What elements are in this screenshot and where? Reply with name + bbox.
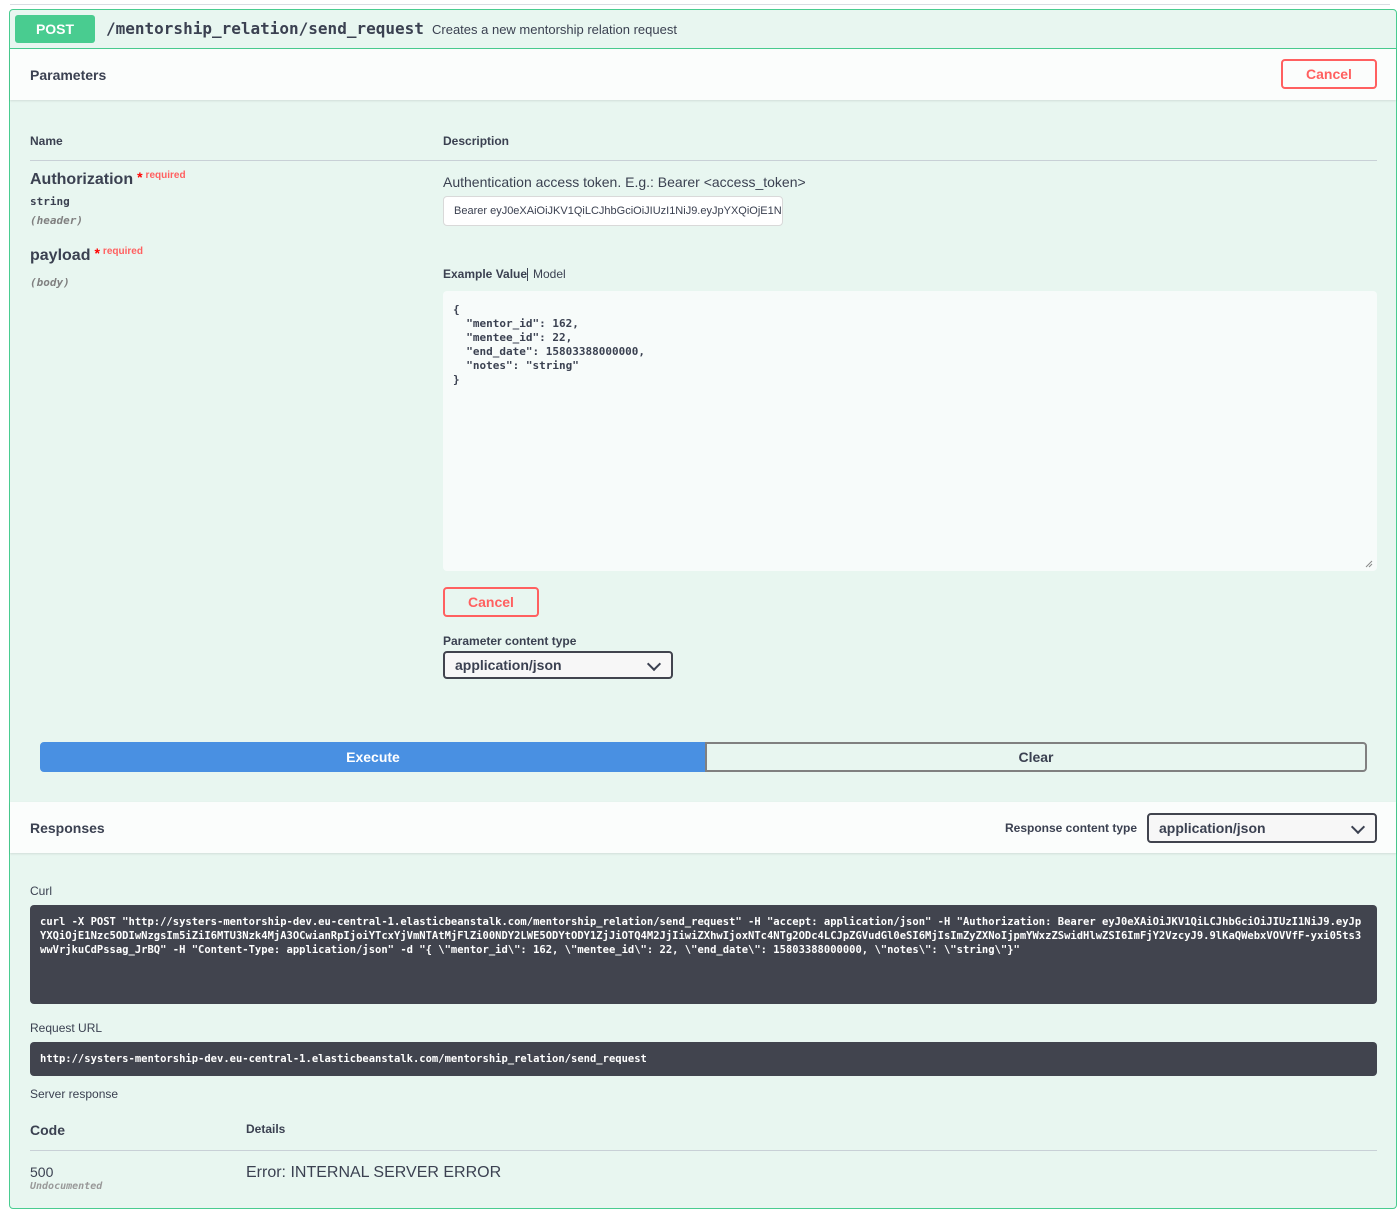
- parameters-title: Parameters: [30, 67, 107, 83]
- payload-body-text: { "mentor_id": 162, "mentee_id": 22, "en…: [453, 303, 646, 386]
- chevron-down-icon: [1350, 819, 1366, 835]
- response-code-undocumented: Undocumented: [30, 1181, 103, 1192]
- request-url-block[interactable]: http://systers-mentorship-dev.eu-central…: [30, 1042, 1377, 1076]
- param-authorization-description: Authentication access token. E.g.: Beare…: [443, 174, 806, 190]
- parameter-content-type-label: Parameter content type: [443, 634, 577, 648]
- response-details-text: Error: INTERNAL SERVER ERROR: [246, 1164, 502, 1181]
- authorization-input[interactable]: Bearer eyJ0eXAiOiJKV1QiLCJhbGciOiJIUzI1N…: [443, 196, 783, 226]
- column-description-header: Description: [443, 134, 510, 148]
- param-payload-name: payload * required: [30, 245, 143, 265]
- responses-header: Responses Response content type applicat…: [10, 802, 1396, 853]
- param-authorization-name: Authorization * required: [30, 169, 186, 189]
- payload-body-textarea[interactable]: { "mentor_id": 162, "mentee_id": 22, "en…: [443, 291, 1377, 571]
- column-name-header: Name: [30, 134, 63, 148]
- operation-summary[interactable]: POST /mentorship_relation/send_request C…: [10, 10, 1396, 49]
- response-content-type-select[interactable]: application/json: [1147, 813, 1377, 843]
- parameter-content-type-select[interactable]: application/json: [443, 651, 673, 679]
- execute-button[interactable]: Execute: [40, 742, 706, 772]
- body-cancel-button[interactable]: Cancel: [443, 587, 539, 617]
- operation-block: POST /mentorship_relation/send_request C…: [9, 9, 1397, 1209]
- param-authorization-label: Authorization: [30, 171, 134, 188]
- operation-path: /mentorship_relation/send_request: [106, 19, 424, 38]
- param-payload-in: (body): [30, 276, 70, 289]
- response-content-type-label: Response content type: [1005, 821, 1138, 835]
- responses-title: Responses: [30, 820, 105, 836]
- request-url-label: Request URL: [30, 1021, 103, 1035]
- tab-separator: [527, 268, 528, 281]
- resize-grip-icon[interactable]: [1365, 560, 1373, 568]
- curl-code-block[interactable]: curl -X POST "http://systers-mentorship-…: [30, 905, 1377, 1004]
- parameters-header: Parameters Cancel: [10, 49, 1396, 100]
- responses-table-divider: [30, 1150, 1377, 1151]
- clear-button[interactable]: Clear: [705, 742, 1367, 772]
- response-code: 500: [30, 1164, 54, 1180]
- server-response-label: Server response: [30, 1087, 119, 1101]
- top-divider: [10, 4, 1390, 5]
- request-url: http://systers-mentorship-dev.eu-central…: [40, 1053, 647, 1065]
- required-label: required: [145, 170, 186, 181]
- tab-example-value[interactable]: Example Value: [443, 267, 527, 281]
- required-star: *: [94, 245, 100, 261]
- chevron-down-icon: [646, 656, 662, 672]
- required-star: *: [137, 169, 143, 185]
- params-table-divider: [30, 160, 1377, 161]
- param-authorization-type: string: [30, 195, 70, 208]
- tab-model[interactable]: Model: [533, 267, 566, 281]
- curl-label: Curl: [30, 884, 53, 898]
- response-details-header: Details: [246, 1122, 286, 1136]
- try-out-cancel-button[interactable]: Cancel: [1281, 59, 1377, 89]
- param-payload-label: payload: [30, 247, 91, 264]
- required-label: required: [102, 246, 143, 257]
- param-authorization-in: (header): [30, 214, 83, 227]
- operation-summary-text: Creates a new mentorship relation reques…: [432, 22, 677, 37]
- method-badge: POST: [15, 15, 95, 43]
- response-content-type-value: application/json: [1159, 820, 1266, 836]
- response-code-header: Code: [30, 1122, 65, 1138]
- curl-command: curl -X POST "http://systers-mentorship-…: [40, 916, 1362, 956]
- parameter-content-type-value: application/json: [455, 657, 562, 673]
